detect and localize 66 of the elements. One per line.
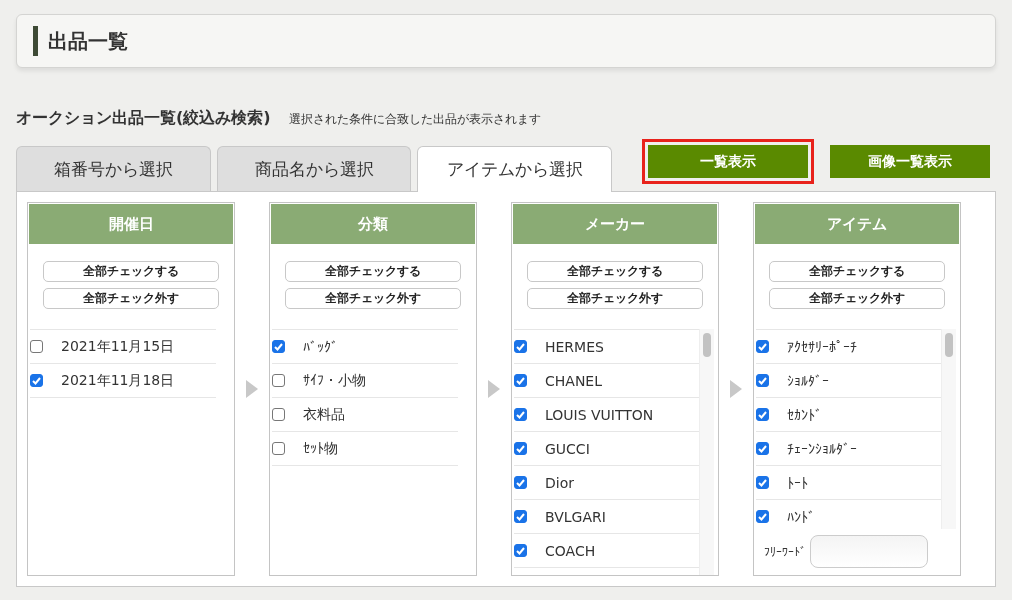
option-label: ｾｶﾝﾄﾞ [787,406,822,423]
checkbox[interactable] [272,374,285,387]
free-word-label: ﾌﾘｰﾜｰﾄﾞ [764,544,806,559]
option-label: 2021年11月18日 [61,371,175,390]
checkbox[interactable] [272,408,285,421]
uncheck-all-button[interactable]: 全部チェック外す [43,288,219,309]
checkbox[interactable] [514,340,527,353]
option-label: 衣料品 [303,405,345,424]
check-all-button[interactable]: 全部チェックする [769,261,945,282]
checkbox[interactable] [756,408,769,421]
page-title: 出品一覧 [48,27,128,55]
section-title: オークション出品一覧(絞込み検索) [16,108,271,129]
column-title: メーカー [513,204,717,244]
checkbox[interactable] [756,442,769,455]
option-label: ﾊﾝﾄﾞ [787,508,815,525]
check-all-button[interactable]: 全部チェックする [43,261,219,282]
checkbox[interactable] [30,340,43,353]
option-label: ｼｮﾙﾀﾞｰ [787,372,829,389]
option-label: Dior [545,474,574,491]
option-label: COACH [545,542,596,559]
checkbox[interactable] [514,374,527,387]
checkbox[interactable] [30,374,43,387]
tab[interactable]: アイテムから選択 [417,146,612,192]
action-button[interactable]: 画像一覧表示 [830,145,990,178]
checkbox[interactable] [514,476,527,489]
option-label: 2021年11月15日 [61,337,175,356]
checkbox[interactable] [272,442,285,455]
uncheck-all-button[interactable]: 全部チェック外す [527,288,703,309]
checkbox[interactable] [272,340,285,353]
checkbox[interactable] [756,374,769,387]
check-all-button[interactable]: 全部チェックする [285,261,461,282]
option-label: GUCCI [545,440,590,457]
option-label: ﾄｰﾄ [787,474,808,491]
option-label: CHANEL [545,372,602,389]
checkbox[interactable] [756,476,769,489]
arrow-right-icon [246,380,258,398]
scrollbar[interactable] [941,329,956,529]
checkbox[interactable] [514,544,527,557]
free-word-field[interactable] [810,535,928,568]
checkbox[interactable] [514,442,527,455]
uncheck-all-button[interactable]: 全部チェック外す [285,288,461,309]
checkbox[interactable] [514,510,527,523]
scrollbar[interactable] [699,329,714,575]
column-title: アイテム [755,204,959,244]
tab[interactable]: 箱番号から選択 [16,146,211,191]
option-label: ｾｯﾄ物 [303,439,338,458]
option-label: LOUIS VUITTON [545,406,654,423]
column-title: 分類 [271,204,475,244]
action-button[interactable]: 一覧表示 [648,145,808,178]
checkbox[interactable] [756,510,769,523]
option-label: ﾁｪｰﾝｼｮﾙﾀﾞｰ [787,440,857,457]
check-all-button[interactable]: 全部チェックする [527,261,703,282]
option-label: ｱｸｾｻﾘｰﾎﾟｰﾁ [787,338,857,355]
arrow-right-icon [488,380,500,398]
option-label: ｻｲﾌ・小物 [303,371,366,390]
option-label: ﾊﾞｯｸﾞ [303,338,338,355]
section-note: 選択された条件に合致した出品が表示されます [288,111,541,128]
option-label: HERMES [545,338,604,355]
arrow-right-icon [730,380,742,398]
option-label: BVLGARI [545,508,606,525]
tab[interactable]: 商品名から選択 [216,146,412,191]
checkbox[interactable] [756,340,769,353]
uncheck-all-button[interactable]: 全部チェック外す [769,288,945,309]
checkbox[interactable] [514,408,527,421]
column-title: 開催日 [29,204,233,244]
header-accent-bar [33,26,38,56]
